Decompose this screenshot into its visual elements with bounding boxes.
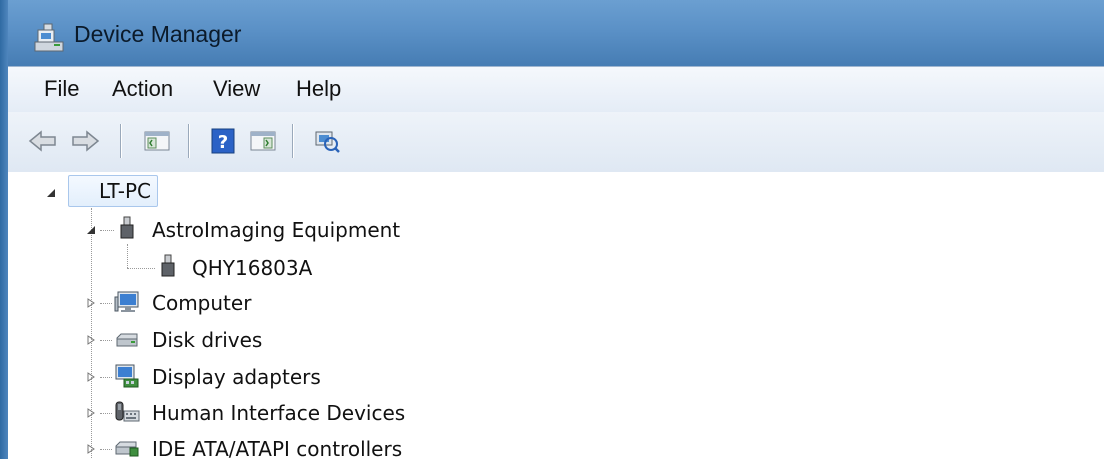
help-button[interactable]: ? xyxy=(208,126,238,156)
tree-connector xyxy=(100,413,112,415)
collapsed-triangle-icon xyxy=(87,298,95,308)
collapsed-triangle-icon xyxy=(87,335,95,345)
tree-item-disk-drives[interactable]: Disk drives xyxy=(152,323,262,357)
svg-text:?: ? xyxy=(218,132,228,153)
scan-hardware-changes-button[interactable] xyxy=(312,126,342,156)
device-manager-window: Device Manager File Action View Help ? L… xyxy=(0,0,1104,461)
usb-device-icon xyxy=(120,216,134,239)
display-adapters-expand-toggle[interactable] xyxy=(84,370,98,384)
tree-item-human-interface-devices[interactable]: Human Interface Devices xyxy=(152,396,405,430)
tree-item-label: Human Interface Devices xyxy=(152,401,406,425)
forward-arrow-icon xyxy=(72,130,100,152)
display-adapter-icon xyxy=(115,364,139,388)
window-title: Device Manager xyxy=(74,21,242,47)
astroimaging-collapse-toggle[interactable] xyxy=(84,223,98,237)
tree-root-lt-pc[interactable]: LT-PC xyxy=(68,174,159,208)
menu-help[interactable]: Help xyxy=(296,76,341,102)
show-hide-console-tree-icon xyxy=(144,131,170,151)
tree-connector xyxy=(100,230,114,232)
menu-bar: File Action View Help xyxy=(8,66,1104,113)
human-interface-devices-expand-toggle[interactable] xyxy=(84,406,98,420)
tree-connector xyxy=(127,268,155,270)
menu-view[interactable]: View xyxy=(213,76,260,102)
tree-item-label: Disk drives xyxy=(152,328,263,352)
expanded-triangle-icon xyxy=(87,226,95,234)
tree-connector xyxy=(100,303,112,305)
tree-connector xyxy=(100,449,112,451)
help-icon: ? xyxy=(211,128,235,154)
menu-file[interactable]: File xyxy=(44,76,79,102)
expanded-triangle-icon xyxy=(47,189,55,197)
tree-item-label: AstroImaging Equipment xyxy=(152,218,401,242)
menu-action[interactable]: Action xyxy=(112,76,173,102)
scan-hardware-changes-icon xyxy=(315,131,340,153)
back-arrow-icon xyxy=(28,130,56,152)
ide-controller-icon xyxy=(115,441,139,457)
tree-connector xyxy=(127,244,129,268)
tree-item-display-adapters[interactable]: Display adapters xyxy=(152,360,321,394)
toolbar-separator xyxy=(188,124,189,158)
tree-connector xyxy=(100,340,112,342)
show-hide-action-pane-icon xyxy=(250,131,276,151)
human-interface-device-icon xyxy=(115,401,140,422)
forward-button[interactable] xyxy=(70,126,100,156)
collapsed-triangle-icon xyxy=(87,408,95,418)
tree-item-astroimaging-equipment[interactable]: AstroImaging Equipment xyxy=(152,213,400,247)
device-tree: LT-PC AstroImaging Equipment QHY16803A C… xyxy=(8,172,1104,461)
tree-item-qhy16803a[interactable]: QHY16803A xyxy=(192,251,312,285)
window-left-border xyxy=(0,0,8,459)
toolbar: ? xyxy=(8,112,1104,173)
toolbar-separator xyxy=(120,124,121,158)
back-button[interactable] xyxy=(28,126,58,156)
tree-item-label: Display adapters xyxy=(152,365,321,389)
collapsed-triangle-icon xyxy=(87,372,95,382)
collapsed-triangle-icon xyxy=(87,444,95,454)
tree-item-label: QHY16803A xyxy=(192,256,313,280)
device-manager-icon xyxy=(34,23,64,52)
disk-drive-icon xyxy=(116,333,138,347)
show-hide-console-tree-button[interactable] xyxy=(142,126,172,156)
tree-item-computer[interactable]: Computer xyxy=(152,286,251,320)
root-collapse-toggle[interactable] xyxy=(44,186,58,200)
disk-drives-expand-toggle[interactable] xyxy=(84,333,98,347)
tree-item-ide-ata-atapi-controllers[interactable]: IDE ATA/ATAPI controllers xyxy=(152,432,402,466)
tree-root-label: LT-PC xyxy=(99,179,152,203)
show-hide-action-pane-button[interactable] xyxy=(248,126,278,156)
toolbar-separator xyxy=(292,124,293,158)
computer-expand-toggle[interactable] xyxy=(84,296,98,310)
computer-icon xyxy=(114,291,139,312)
tree-connector xyxy=(100,377,112,379)
ide-controllers-expand-toggle[interactable] xyxy=(84,442,98,456)
usb-device-icon xyxy=(161,254,175,277)
tree-item-label: IDE ATA/ATAPI controllers xyxy=(152,437,403,461)
tree-item-label: Computer xyxy=(152,291,252,315)
